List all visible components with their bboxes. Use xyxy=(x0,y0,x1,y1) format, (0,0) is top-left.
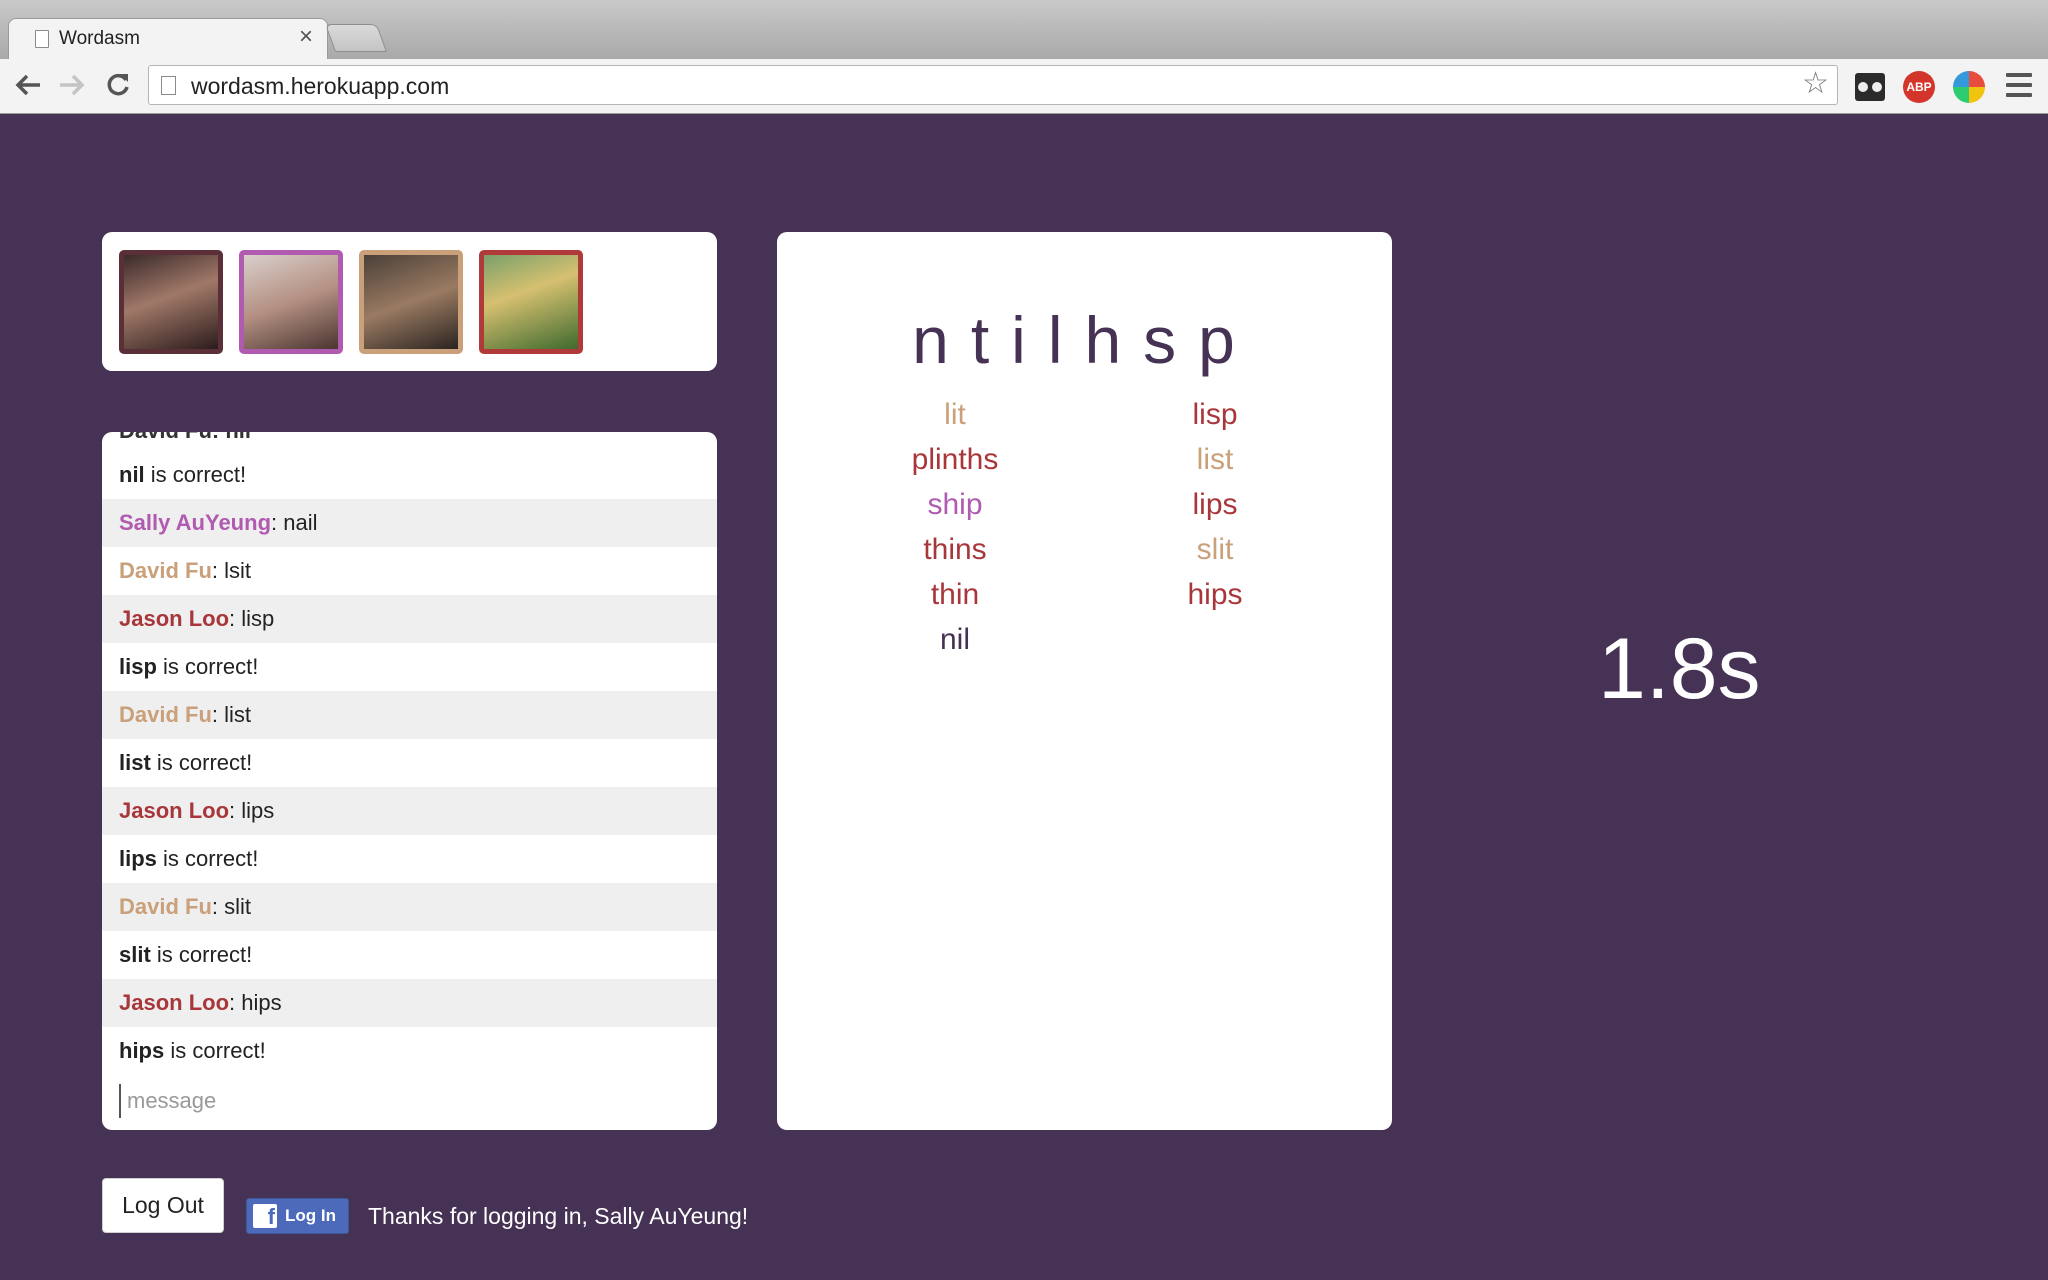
url-text: wordasm.herokuapp.com xyxy=(191,73,450,99)
found-word: ship xyxy=(927,488,983,521)
chat-message-text: is correct! xyxy=(156,846,259,871)
reload-icon[interactable] xyxy=(100,67,136,103)
log-out-button[interactable]: Log Out xyxy=(102,1178,224,1233)
chat-message-text: is correct! xyxy=(164,1038,266,1063)
browser-toolbar: wordasm.herokuapp.com ☆ ABP xyxy=(0,59,2048,114)
chat-message: lisp is correct! xyxy=(102,643,717,691)
found-word: thin xyxy=(930,578,980,611)
player-avatar xyxy=(119,250,223,354)
chat-message: David Fu: list xyxy=(102,691,717,739)
chat-message-author: Jason Loo xyxy=(119,606,230,631)
found-word: lisp xyxy=(1192,398,1238,431)
page-icon xyxy=(35,30,49,48)
back-arrow-icon[interactable] xyxy=(10,67,46,103)
chat-message-author: lisp xyxy=(119,654,157,679)
bookmark-star-icon[interactable]: ☆ xyxy=(1802,69,1829,99)
found-word: list xyxy=(1196,443,1234,476)
forward-arrow-icon[interactable] xyxy=(54,67,90,103)
facebook-login-label: Log In xyxy=(285,1206,336,1225)
chat-message-text: : lisp xyxy=(229,606,275,631)
chat-message-text: : lips xyxy=(229,798,275,823)
countdown-timer: 1.8s xyxy=(1598,621,1761,717)
chat-message-text: : list xyxy=(211,702,252,727)
chat-messages: nil is correct! Sally AuYeung: nail David … xyxy=(102,451,717,1075)
found-word: nil xyxy=(939,623,970,656)
extension-color-icon[interactable] xyxy=(1953,71,1985,103)
chat-message-text: : slit xyxy=(211,894,252,919)
avatar-photo xyxy=(364,255,458,349)
found-words-column-2: lisp list lips slit hips xyxy=(1075,392,1355,617)
player-avatar xyxy=(239,250,343,354)
chat-message: Jason Loo: lisp xyxy=(102,595,717,643)
chat-message-author: Sally AuYeung xyxy=(119,510,272,535)
chat-message: David Fu: slit xyxy=(102,883,717,931)
chat-message: David Fu: lsit xyxy=(102,547,717,595)
chat-message: Sally AuYeung: nail xyxy=(102,499,717,547)
found-word: hips xyxy=(1187,578,1243,611)
browser-tab-active[interactable]: Wordasm × xyxy=(8,18,328,59)
game-board: ntilhsp lit plinths ship thins thin nil lisp l… xyxy=(777,232,1392,1130)
message-input[interactable] xyxy=(119,1084,707,1118)
chat-message-author: Jason Loo xyxy=(119,990,230,1015)
chat-message-author: lips xyxy=(119,846,157,871)
chat-message: slit is correct! xyxy=(102,931,717,979)
facebook-icon: f xyxy=(253,1204,277,1228)
avatar-photo xyxy=(484,255,578,349)
close-icon[interactable]: × xyxy=(299,25,313,49)
found-words-column-1: lit plinths ship thins thin nil xyxy=(815,392,1095,662)
chat-message-text: : nail xyxy=(271,510,318,535)
chat-message-text: is correct! xyxy=(156,654,259,679)
players-panel xyxy=(102,232,717,371)
chat-message-author: list xyxy=(119,750,151,775)
chat-message: Jason Loo: hips xyxy=(102,979,717,1027)
found-word: thins xyxy=(923,533,987,566)
chat-message-author: Jason Loo xyxy=(119,798,230,823)
chat-message: hips is correct! xyxy=(102,1027,717,1075)
chat-message-author: nil xyxy=(119,462,145,487)
chat-message-text: is correct! xyxy=(150,942,253,967)
address-bar[interactable]: wordasm.herokuapp.com ☆ xyxy=(148,65,1838,105)
page-icon xyxy=(161,76,176,95)
chat-message-author: David Fu xyxy=(119,894,212,919)
login-status-text: Thanks for logging in, Sally AuYeung! xyxy=(368,1203,749,1229)
chat-panel: David Fu: nil nil is correct!Sally AuYeu… xyxy=(102,432,717,1130)
menu-icon[interactable] xyxy=(2006,73,2032,97)
found-word: lit xyxy=(944,398,966,431)
found-word: lips xyxy=(1192,488,1238,521)
avatar-photo xyxy=(244,255,338,349)
avatar-photo xyxy=(124,255,218,349)
new-tab-button[interactable] xyxy=(324,24,388,52)
chat-message-text: is correct! xyxy=(150,750,253,775)
chat-message-author: slit xyxy=(119,942,151,967)
chat-message-author: hips xyxy=(119,1038,165,1063)
player-avatar xyxy=(479,250,583,354)
adblock-icon[interactable]: ABP xyxy=(1903,71,1935,103)
chat-cutoff-line: David Fu: nil xyxy=(119,432,251,444)
letter-tiles: ntilhsp xyxy=(912,303,1257,377)
tab-title: Wordasm xyxy=(59,28,140,49)
chat-message: nil is correct! xyxy=(102,451,717,499)
chat-message: lips is correct! xyxy=(102,835,717,883)
chat-message-text: is correct! xyxy=(144,462,247,487)
chat-message-author: David Fu xyxy=(119,702,212,727)
extension-glasses-icon[interactable] xyxy=(1855,73,1885,101)
chat-message: Jason Loo: lips xyxy=(102,787,717,835)
tab-strip: Wordasm × xyxy=(0,0,2048,59)
chat-message-text: : hips xyxy=(229,990,282,1015)
player-avatar xyxy=(359,250,463,354)
chat-message-text: : lsit xyxy=(211,558,252,583)
found-word: plinths xyxy=(911,443,999,476)
chat-message-author: David Fu xyxy=(119,558,212,583)
found-word: slit xyxy=(1196,533,1234,566)
facebook-login-button[interactable]: f Log In xyxy=(246,1198,349,1234)
chat-message: list is correct! xyxy=(102,739,717,787)
